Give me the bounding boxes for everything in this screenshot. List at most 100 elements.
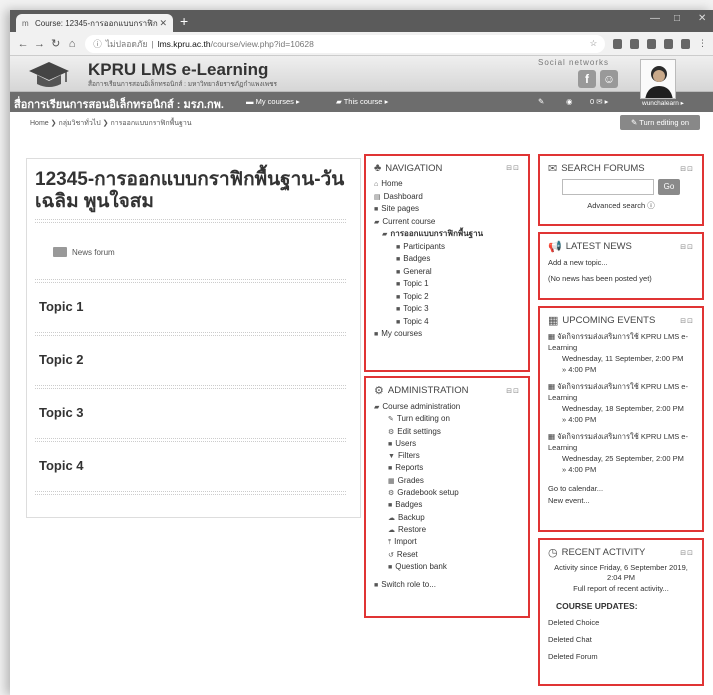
admin-edit-settings[interactable]: ⚙ Edit settings xyxy=(374,426,520,438)
nav-topic-4[interactable]: ■ Topic 4 xyxy=(374,316,520,329)
block-controls-icon[interactable]: ⊟⊡ xyxy=(680,243,694,251)
topic-4[interactable]: Topic 4 xyxy=(35,444,346,489)
extension-icon[interactable] xyxy=(681,38,691,49)
latest-news-header: 📢 LATEST NEWS ⊟⊡ xyxy=(548,241,694,253)
help-icon[interactable]: ⓘ xyxy=(647,201,655,210)
graduation-cap-logo-icon[interactable] xyxy=(28,60,70,90)
nav-course[interactable]: ▰ การออกแบบกราฟิกพื้นฐาน xyxy=(374,228,520,241)
event-item[interactable]: ▦ จัดกิจกรรมส่งเสริมการใช้ KPRU LMS e-Le… xyxy=(548,331,694,375)
folder-icon: ■ xyxy=(396,318,401,326)
close-window-icon[interactable]: ✕ xyxy=(698,13,706,24)
nav-badges[interactable]: ■ Badges xyxy=(374,253,520,266)
search-forums-header: ✉ SEARCH FORUMS ⊟⊡ xyxy=(548,163,694,175)
block-controls-icon[interactable]: ⊟⊡ xyxy=(680,549,694,557)
navbar-title[interactable]: สื่อการเรียนการสอนอิเล็กทรอนิกส์ : มรภ.ก… xyxy=(14,95,224,113)
maximize-icon[interactable]: □ xyxy=(674,13,680,24)
home-icon: ⌂ xyxy=(374,181,379,188)
close-tab-icon[interactable]: ✕ xyxy=(159,18,167,29)
home-browser-icon[interactable]: ⌂ xyxy=(65,38,79,50)
nav-topic-1[interactable]: ■ Topic 1 xyxy=(374,278,520,291)
nav-general[interactable]: ■ General xyxy=(374,266,520,279)
breadcrumb-course[interactable]: การออกแบบกราฟิกพื้นฐาน xyxy=(110,120,191,127)
avatar[interactable] xyxy=(640,59,676,99)
admin-question-bank[interactable]: ■ Question bank xyxy=(374,561,520,573)
this-course-menu[interactable]: ▰ This course ▸ xyxy=(336,97,388,106)
folder-icon: ■ xyxy=(388,440,393,448)
cogs-icon: ⚙ xyxy=(374,385,384,397)
block-controls-icon[interactable]: ⊟⊡ xyxy=(506,164,520,172)
back-icon[interactable]: ← xyxy=(16,38,30,50)
go-button[interactable]: Go xyxy=(658,179,680,195)
admin-turn-editing-on[interactable]: ✎ Turn editing on xyxy=(374,413,520,425)
my-courses-menu[interactable]: ▬ My courses ▸ xyxy=(246,97,300,106)
block-controls-icon[interactable]: ⊟⊡ xyxy=(680,165,694,173)
event-item[interactable]: ▦ จัดกิจกรรมส่งเสริมการใช้ KPRU LMS e-Le… xyxy=(548,381,694,425)
course-updates-title: COURSE UPDATES: xyxy=(556,601,638,611)
reload-icon[interactable]: ↻ xyxy=(49,37,63,50)
notifications-icon[interactable]: ◉ xyxy=(566,97,573,106)
folder-icon: ■ xyxy=(374,331,379,338)
admin-switch-role[interactable]: ■ Switch role to... xyxy=(374,579,520,591)
block-controls-icon[interactable]: ⊟⊡ xyxy=(506,387,520,395)
admin-reset[interactable]: ↺ Reset xyxy=(374,549,520,561)
site-name[interactable]: KPRU LMS e-Learning xyxy=(88,60,268,80)
folder-open-icon: ▰ xyxy=(374,218,380,226)
minimize-icon[interactable]: — xyxy=(650,13,660,24)
nav-topic-3[interactable]: ■ Topic 3 xyxy=(374,303,520,316)
nav-participants[interactable]: ■ Participants xyxy=(374,241,520,254)
folder-icon: ■ xyxy=(396,243,401,251)
activity-since: Activity since Friday, 6 September 2019,… xyxy=(554,563,688,582)
admin-filters[interactable]: ▼ Filters xyxy=(374,450,520,462)
menu-dots-icon[interactable]: ⋮ xyxy=(698,38,707,49)
edit-icon[interactable]: ✎ xyxy=(538,97,544,106)
admin-import[interactable]: ⤒ Import xyxy=(374,536,520,548)
extension-icon[interactable] xyxy=(630,38,640,49)
turn-editing-on-button[interactable]: ✎ Turn editing on xyxy=(620,115,700,130)
new-event-link[interactable]: New event... xyxy=(548,495,694,507)
search-input[interactable] xyxy=(562,179,654,195)
news-forum-link[interactable]: News forum xyxy=(35,225,346,277)
admin-gradebook-setup[interactable]: ⚙ Gradebook setup xyxy=(374,487,520,499)
cog-icon: ⚙ xyxy=(388,428,395,436)
url-field[interactable]: ⓘ ไม่ปลอดภัย | lms.kpru.ac.th /course/vi… xyxy=(85,34,606,53)
nav-topic-2[interactable]: ■ Topic 2 xyxy=(374,291,520,304)
user-menu[interactable]: wunchalearn ▸ xyxy=(642,99,684,107)
admin-backup[interactable]: ☁ Backup xyxy=(374,512,520,524)
event-item[interactable]: ▦ จัดกิจกรรมส่งเสริมการใช้ KPRU LMS e-Le… xyxy=(548,431,694,475)
nav-dashboard[interactable]: ▤ Dashboard xyxy=(374,191,520,204)
tab-title: Course: 12345-การออกแบบกราฟิก xyxy=(35,18,158,28)
admin-grades[interactable]: ▦ Grades xyxy=(374,475,520,487)
admin-badges[interactable]: ■ Badges xyxy=(374,499,520,511)
nav-home[interactable]: ⌂ Home xyxy=(374,178,520,191)
messages-menu[interactable]: 0 ✉ ▸ xyxy=(590,97,608,106)
topic-1[interactable]: Topic 1 xyxy=(35,285,346,330)
extension-icon[interactable] xyxy=(613,38,623,49)
nav-site-pages[interactable]: ■ Site pages xyxy=(374,203,520,216)
browser-tab[interactable]: m Course: 12345-การออกแบบกราฟิก ✕ xyxy=(16,14,173,32)
admin-reports[interactable]: ■ Reports xyxy=(374,462,520,474)
block-controls-icon[interactable]: ⊟⊡ xyxy=(680,317,694,325)
breadcrumb: Home ❯ กลุ่มวิชาทั่วไป ❯ การออกแบบกราฟิก… xyxy=(30,118,192,129)
line-icon[interactable]: ☺ xyxy=(600,70,618,88)
info-icon[interactable]: ⓘ xyxy=(93,38,102,50)
full-report-link[interactable]: Full report of recent activity... xyxy=(548,583,694,595)
extension-icon[interactable] xyxy=(647,38,657,49)
admin-users[interactable]: ■ Users xyxy=(374,438,520,450)
topic-3[interactable]: Topic 3 xyxy=(35,391,346,436)
add-news-topic-link[interactable]: Add a new topic... xyxy=(548,257,694,269)
star-icon[interactable]: ☆ xyxy=(590,38,598,49)
admin-course-administration[interactable]: ▰ Course administration xyxy=(374,401,520,413)
advanced-search-link[interactable]: Advanced search ⓘ xyxy=(548,200,694,211)
breadcrumb-category[interactable]: กลุ่มวิชาทั่วไป xyxy=(58,120,100,127)
admin-restore[interactable]: ☁ Restore xyxy=(374,524,520,536)
breadcrumb-home[interactable]: Home xyxy=(30,120,49,127)
new-tab-icon[interactable]: + xyxy=(180,13,188,29)
topic-2[interactable]: Topic 2 xyxy=(35,338,346,383)
nav-current-course[interactable]: ▰ Current course xyxy=(374,216,520,229)
extension-icon[interactable] xyxy=(664,38,674,49)
nav-my-courses[interactable]: ■ My courses xyxy=(374,328,520,341)
forward-icon[interactable]: → xyxy=(32,38,46,50)
facebook-icon[interactable]: f xyxy=(578,70,596,88)
go-to-calendar-link[interactable]: Go to calendar... xyxy=(548,483,694,495)
divider xyxy=(35,438,346,442)
